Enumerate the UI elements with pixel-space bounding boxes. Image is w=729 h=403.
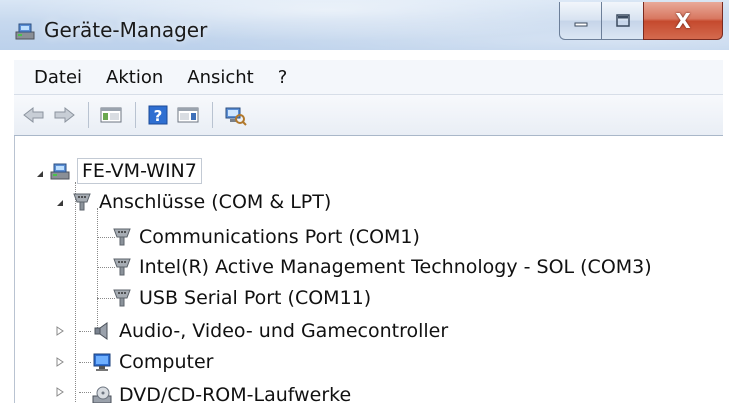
tree-item-computer[interactable]: Computer (91, 347, 213, 377)
tree-connector (97, 208, 98, 330)
scan-hardware-button[interactable] (221, 101, 249, 129)
toolbar-separator (135, 102, 136, 128)
properties-pane-icon (177, 107, 199, 123)
menu-datei[interactable]: Datei (34, 67, 82, 88)
device-manager-icon (15, 23, 35, 40)
tree-item-ports[interactable]: Anschlüsse (COM & LPT) (71, 187, 331, 217)
window-controls: X (559, 2, 723, 40)
tree-item-label: Computer (119, 351, 214, 373)
tree-item-label: Audio-, Video- und Gamecontroller (119, 320, 449, 342)
collapse-arrow-icon[interactable] (55, 198, 65, 208)
minimize-icon (574, 22, 587, 26)
maximize-icon (615, 13, 630, 27)
tree-connector (79, 331, 91, 332)
back-icon (23, 106, 44, 124)
close-button[interactable]: X (643, 2, 723, 40)
tree-connector (79, 392, 91, 393)
tree-item-label: USB Serial Port (COM11) (139, 287, 372, 309)
port-connector-icon (73, 193, 91, 211)
toolbar-separator (212, 102, 213, 128)
menu-ansicht[interactable]: Ansicht (187, 67, 253, 88)
tree-connector (79, 362, 91, 363)
menu-help[interactable]: ? (278, 67, 288, 88)
tree-item-dvd[interactable]: DVD/CD-ROM-Laufwerke (91, 380, 351, 403)
scan-hardware-icon (225, 107, 247, 126)
tree-root-label: FE-VM-WIN7 (77, 158, 202, 184)
menu-aktion[interactable]: Aktion (106, 67, 163, 88)
toolbar-separator (88, 102, 89, 128)
toolbar: ? (14, 95, 723, 136)
window-title: Geräte-Manager (44, 18, 208, 42)
device-tree[interactable]: FE-VM-WIN7 Anschlüsse (COM & LPT) Commun… (14, 136, 723, 403)
computer-root-icon (50, 163, 70, 180)
port-connector-icon (113, 258, 131, 276)
show-hide-console-tree-icon (100, 107, 122, 123)
tree-item-audio[interactable]: Audio-, Video- und Gamecontroller (91, 316, 448, 346)
port-connector-icon (113, 228, 131, 246)
help-button[interactable]: ? (144, 101, 172, 129)
tree-item-port[interactable]: USB Serial Port (COM11) (111, 283, 371, 313)
speaker-icon (94, 322, 108, 340)
tree-item-port[interactable]: Intel(R) Active Management Technology - … (111, 252, 652, 282)
device-manager-window: Geräte-Manager X Datei Aktion Ansicht ? (0, 0, 729, 403)
tree-root[interactable]: FE-VM-WIN7 (49, 156, 202, 186)
expand-arrow-icon[interactable] (55, 326, 65, 336)
title-bar[interactable]: Geräte-Manager X (0, 0, 729, 50)
tree-item-label: DVD/CD-ROM-Laufwerke (119, 384, 352, 403)
tree-item-label: Intel(R) Active Management Technology - … (139, 256, 652, 278)
maximize-button[interactable] (601, 2, 643, 40)
menu-bar: Datei Aktion Ansicht ? (14, 60, 723, 95)
console-tree-button[interactable] (97, 101, 125, 129)
tree-item-port[interactable]: Communications Port (COM1) (111, 222, 420, 252)
forward-button[interactable] (50, 101, 78, 129)
minimize-button[interactable] (559, 2, 601, 40)
properties-pane-button[interactable] (174, 101, 202, 129)
expand-arrow-icon[interactable] (55, 387, 65, 397)
svg-text:?: ? (154, 107, 163, 125)
collapse-arrow-icon[interactable] (35, 169, 45, 179)
monitor-icon (93, 353, 111, 371)
forward-icon (54, 106, 75, 124)
help-icon: ? (148, 105, 168, 125)
tree-item-label: Communications Port (COM1) (139, 226, 420, 248)
close-icon: X (675, 8, 691, 33)
dvd-drive-icon (92, 386, 112, 403)
back-button[interactable] (20, 101, 48, 129)
expand-arrow-icon[interactable] (55, 357, 65, 367)
port-connector-icon (113, 289, 131, 307)
tree-item-label: Anschlüsse (COM & LPT) (99, 191, 332, 213)
